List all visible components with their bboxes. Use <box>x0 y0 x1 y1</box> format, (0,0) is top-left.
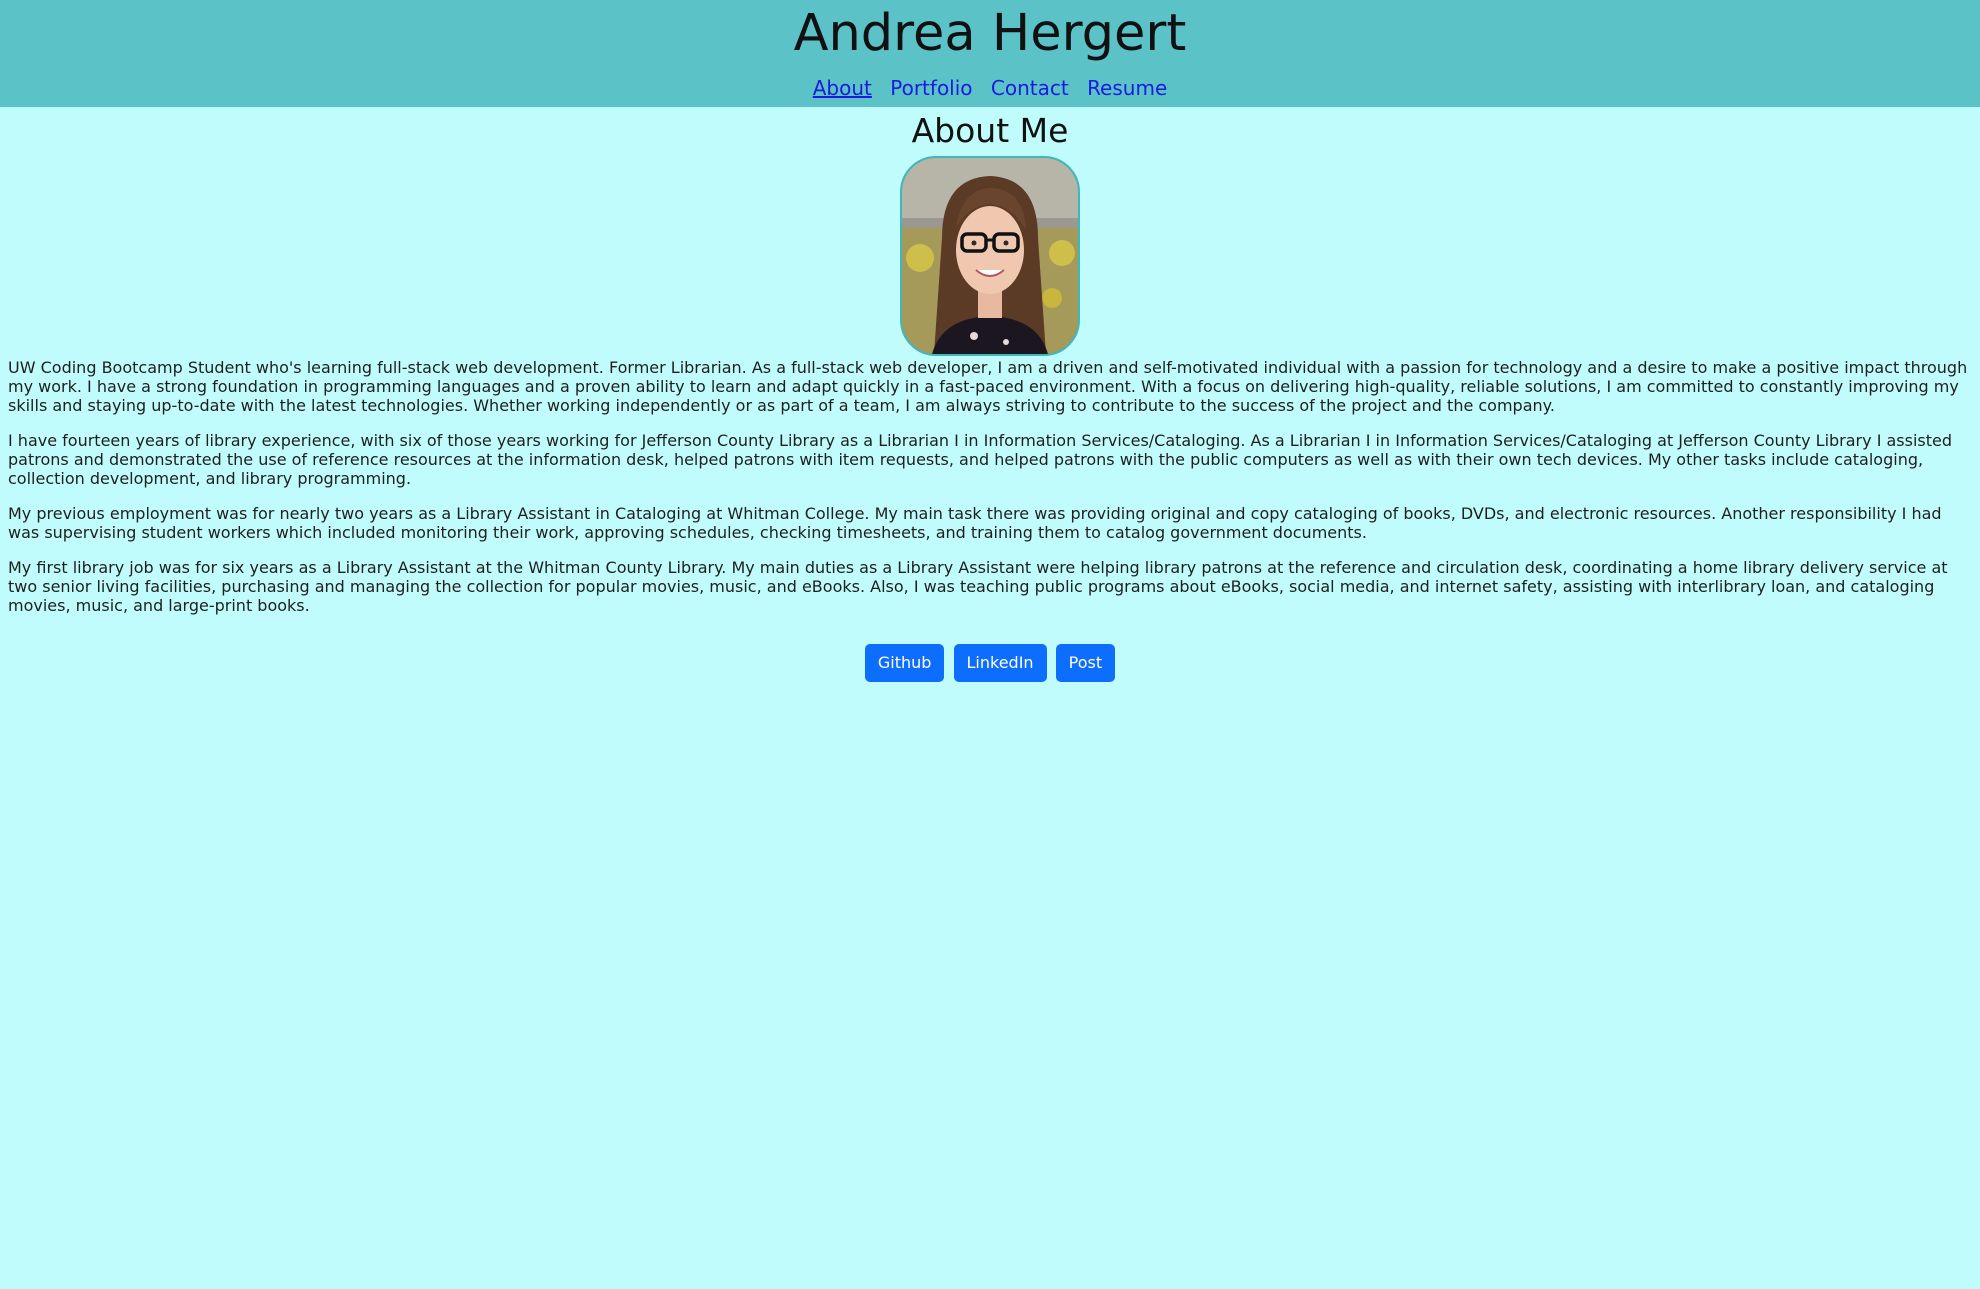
profile-photo-illustration <box>902 158 1078 354</box>
bio-text: UW Coding Bootcamp Student who's learnin… <box>0 358 1980 615</box>
nav-link-resume[interactable]: Resume <box>1087 76 1167 100</box>
about-section: About Me UW Coding Bootcamp Student who'… <box>0 107 1980 682</box>
nav-link-contact[interactable]: Contact <box>991 76 1069 100</box>
linkedin-button[interactable]: LinkedIn <box>953 644 1047 682</box>
profile-photo <box>900 156 1080 356</box>
post-button[interactable]: Post <box>1055 644 1116 682</box>
github-button[interactable]: Github <box>864 644 945 682</box>
bio-paragraph: My previous employment was for nearly tw… <box>8 504 1942 542</box>
section-title: About Me <box>911 111 1069 150</box>
bio-paragraph: My first library job was for six years a… <box>8 558 1948 615</box>
bio-paragraph: I have fourteen years of library experie… <box>8 431 1953 488</box>
site-header: Andrea Hergert About Portfolio Contact R… <box>0 0 1980 107</box>
site-title: Andrea Hergert <box>793 4 1187 63</box>
social-links: Github LinkedIn Post <box>0 644 1980 682</box>
bio-paragraph: UW Coding Bootcamp Student who's learnin… <box>8 358 1968 415</box>
main-nav: About Portfolio Contact Resume <box>0 76 1980 100</box>
nav-link-about[interactable]: About <box>813 76 872 100</box>
nav-link-portfolio[interactable]: Portfolio <box>890 76 972 100</box>
